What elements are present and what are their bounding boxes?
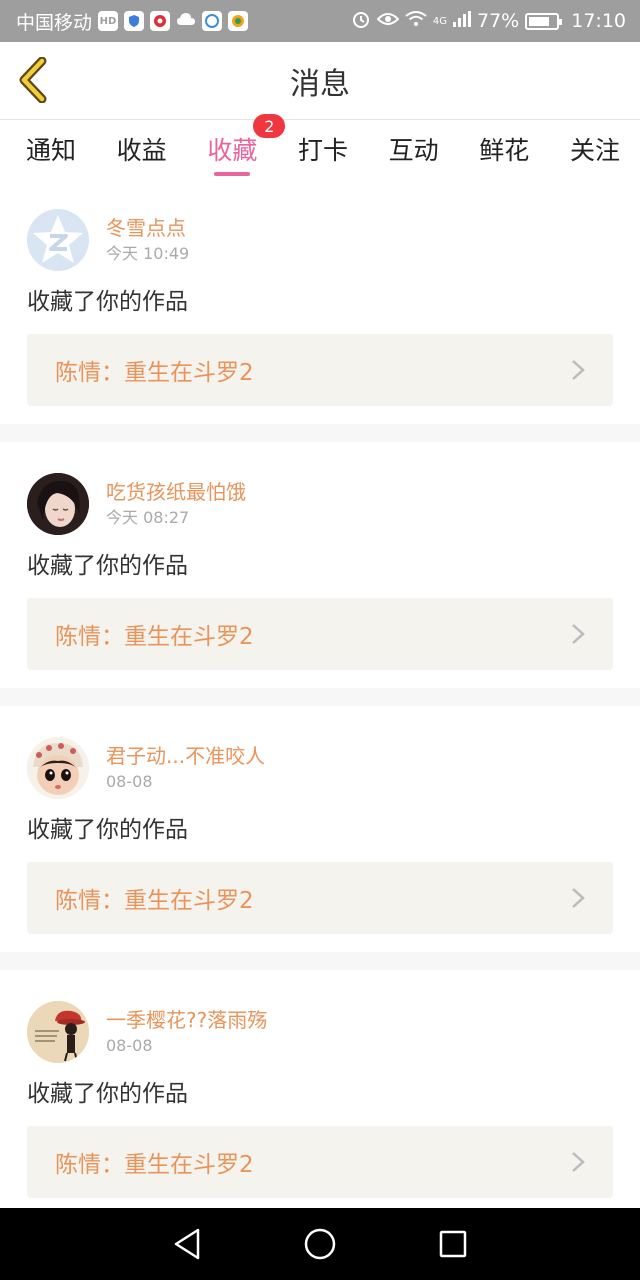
chevron-right-icon <box>572 888 585 908</box>
username[interactable]: 吃货孩纸最怕饿 <box>106 478 246 506</box>
timestamp: 今天 08:27 <box>106 508 190 527</box>
battery-icon <box>525 12 563 30</box>
avatar[interactable] <box>27 1001 89 1063</box>
system-nav-bar <box>0 1208 640 1280</box>
message-card: 君子动...不准咬人 08-08 收藏了你的作品 陈情：重生在斗罗2 <box>0 706 640 952</box>
tab-label: 打卡 <box>297 136 348 165</box>
tab-label: 收益 <box>116 136 167 165</box>
battery-level <box>529 16 550 26</box>
back-triangle-icon <box>174 1228 199 1260</box>
back-button[interactable] <box>14 56 54 104</box>
chevron-right-icon <box>572 1152 585 1172</box>
work-title: 陈情：重生在斗罗2 <box>55 1152 254 1178</box>
unread-badge: 2 <box>253 114 286 138</box>
message-card: 一季樱花??落雨殇 08-08 收藏了你的作品 陈情：重生在斗罗2 <box>0 970 640 1208</box>
user-meta: 一季樱花??落雨殇 08-08 <box>106 1006 267 1058</box>
work-link[interactable]: 陈情：重生在斗罗2 <box>27 598 613 670</box>
user-row[interactable]: 一季樱花??落雨殇 08-08 <box>27 1000 613 1064</box>
alarm-icon <box>351 9 371 34</box>
action-text: 收藏了你的作品 <box>27 1081 188 1107</box>
avatar[interactable] <box>27 209 89 271</box>
nav-recents-button[interactable] <box>433 1224 473 1264</box>
photo-app-icon <box>228 11 249 31</box>
tab-label: 鲜花 <box>479 136 530 165</box>
status-right: 4G 77% 17:10 <box>351 9 626 34</box>
work-link[interactable]: 陈情：重生在斗罗2 <box>27 334 613 406</box>
action-text: 收藏了你的作品 <box>27 817 188 843</box>
username[interactable]: 冬雪点点 <box>106 214 189 242</box>
user-meta: 君子动...不准咬人 08-08 <box>106 742 265 794</box>
carrier-name: 中国移动 <box>16 11 93 34</box>
tab-checkin[interactable]: 打卡 <box>298 120 348 178</box>
home-circle-icon <box>304 1228 336 1260</box>
work-title: 陈情：重生在斗罗2 <box>55 624 254 650</box>
tab-earnings[interactable]: 收益 <box>117 120 167 178</box>
network-type: 4G <box>432 15 447 27</box>
avatar[interactable] <box>27 473 89 535</box>
tab-label: 关注 <box>569 136 620 165</box>
signal-icon <box>453 10 471 32</box>
user-meta: 冬雪点点 今天 10:49 <box>106 214 189 266</box>
tab-bar: 通知 收益 收藏 2 打卡 互动 鲜花 关注 <box>0 114 640 178</box>
battery-percent: 77% <box>477 10 520 32</box>
status-left: 中国移动 HD <box>16 8 249 35</box>
browser-app-icon <box>202 11 223 31</box>
page-title: 消息 <box>290 66 350 102</box>
message-card: 冬雪点点 今天 10:49 收藏了你的作品 陈情：重生在斗罗2 <box>0 178 640 424</box>
message-card: 吃货孩纸最怕饿 今天 08:27 收藏了你的作品 陈情：重生在斗罗2 <box>0 442 640 688</box>
timestamp: 08-08 <box>106 1036 153 1055</box>
message-list[interactable]: 冬雪点点 今天 10:49 收藏了你的作品 陈情：重生在斗罗2 吃货孩纸最怕饿 … <box>0 178 640 1208</box>
avatar[interactable] <box>27 737 89 799</box>
weibo-app-icon <box>150 11 171 31</box>
tab-label: 互动 <box>388 136 439 165</box>
work-title: 陈情：重生在斗罗2 <box>55 888 254 914</box>
action-text: 收藏了你的作品 <box>27 553 188 579</box>
work-link[interactable]: 陈情：重生在斗罗2 <box>27 1126 613 1198</box>
red-hat-figure-icon <box>27 1001 89 1063</box>
girl-photo-icon <box>27 473 89 535</box>
user-row[interactable]: 君子动...不准咬人 08-08 <box>27 736 613 800</box>
user-row[interactable]: 冬雪点点 今天 10:49 <box>27 208 613 272</box>
work-link[interactable]: 陈情：重生在斗罗2 <box>27 862 613 934</box>
tab-label: 收藏 <box>207 136 258 165</box>
tab-label: 通知 <box>26 136 77 165</box>
timestamp: 08-08 <box>106 772 153 791</box>
timestamp: 今天 10:49 <box>106 244 190 263</box>
tab-flowers[interactable]: 鲜花 <box>479 120 529 178</box>
work-title: 陈情：重生在斗罗2 <box>55 360 254 386</box>
nav-back-button[interactable] <box>167 1224 207 1264</box>
app-header: 消息 <box>0 42 640 120</box>
username[interactable]: 一季樱花??落雨殇 <box>106 1006 267 1034</box>
recents-square-icon <box>440 1230 467 1258</box>
tab-interaction[interactable]: 互动 <box>389 120 439 178</box>
chevron-right-icon <box>572 624 585 644</box>
nav-home-button[interactable] <box>300 1224 340 1264</box>
user-row[interactable]: 吃货孩纸最怕饿 今天 08:27 <box>27 472 613 536</box>
tab-follow[interactable]: 关注 <box>570 120 620 178</box>
doll-icon <box>27 737 89 799</box>
username[interactable]: 君子动...不准咬人 <box>106 742 265 770</box>
chevron-left-icon <box>19 56 47 104</box>
hd-icon: HD <box>98 11 119 31</box>
status-bar: 中国移动 HD 4G 77% 17:10 <box>0 0 640 42</box>
tab-notice[interactable]: 通知 <box>26 120 76 178</box>
user-meta: 吃货孩纸最怕饿 今天 08:27 <box>106 478 246 530</box>
wifi-icon <box>405 10 427 32</box>
action-text: 收藏了你的作品 <box>27 289 188 315</box>
cloud-icon <box>176 11 196 31</box>
shield-app-icon <box>124 11 145 31</box>
eye-icon <box>376 11 400 32</box>
chevron-right-icon <box>572 360 585 380</box>
clock: 17:10 <box>571 10 626 32</box>
qzone-star-icon <box>33 215 83 263</box>
tab-favorites[interactable]: 收藏 2 <box>207 114 286 178</box>
